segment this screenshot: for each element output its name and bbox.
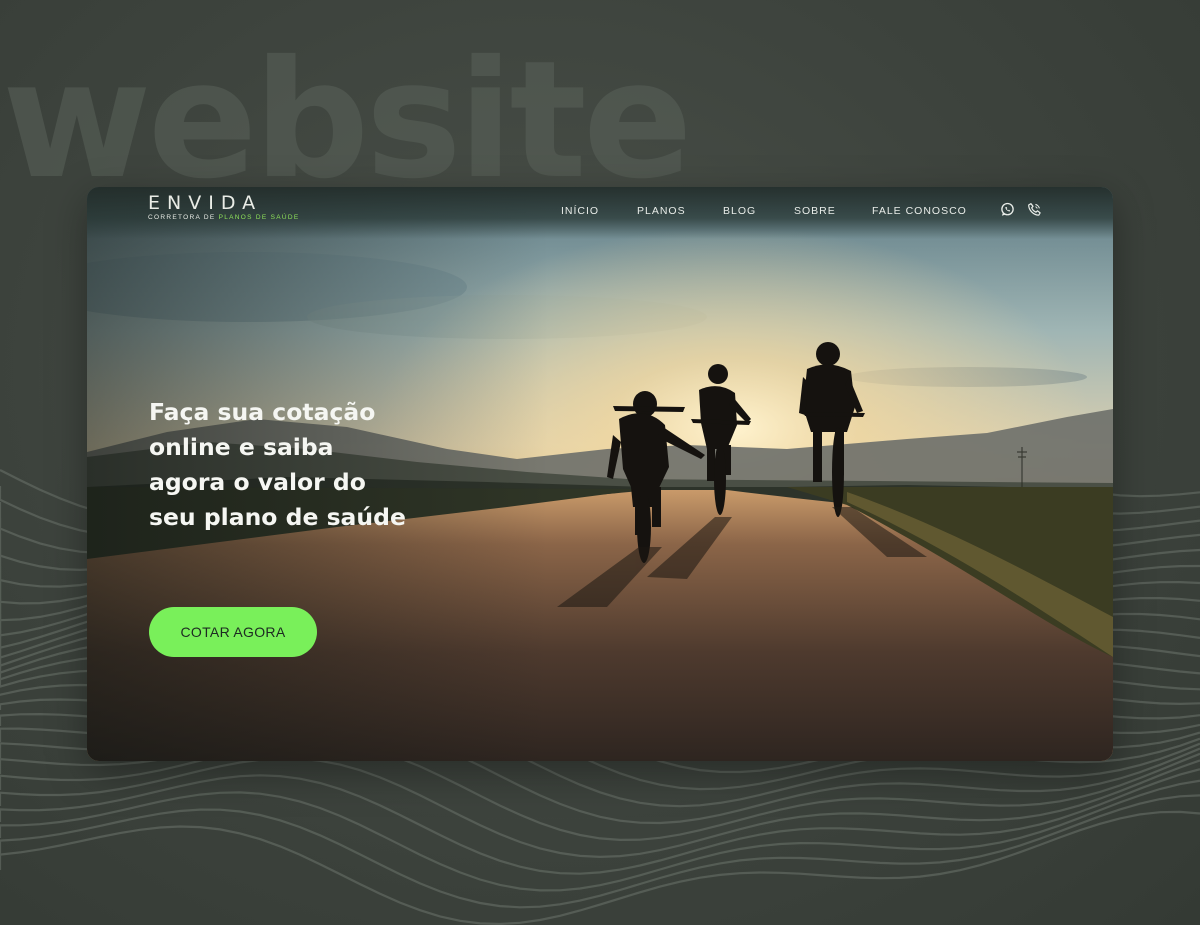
nav-item-inicio[interactable]: INÍCIO [561,205,599,217]
nav-item-sobre[interactable]: SOBRE [794,205,836,217]
wave-line [0,768,1200,875]
wave-line [0,757,1200,859]
hero-headline: Faça sua cotação online e saiba agora o … [149,398,406,531]
nav-item-planos[interactable]: PLANOS [637,205,686,217]
site-logo[interactable]: ENVIDA CORRETORA DE PLANOS DE SAÚDE [148,193,300,221]
logo-tagline-accent: PLANOS DE SAÚDE [218,213,300,221]
logo-name: ENVIDA [148,192,263,214]
logo-tagline-prefix: CORRETORA DE [148,213,219,221]
nav-item-fale-conosco[interactable]: FALE CONOSCO [872,205,967,217]
nav-item-blog[interactable]: BLOG [723,205,756,217]
website-preview: ENVIDA CORRETORA DE PLANOS DE SAÚDE INÍC… [87,187,1113,761]
site-header: ENVIDA CORRETORA DE PLANOS DE SAÚDE INÍC… [87,187,1113,239]
wave-line [0,779,1200,892]
logo-tagline: CORRETORA DE PLANOS DE SAÚDE [148,214,300,221]
cotar-agora-button[interactable]: COTAR AGORA [149,607,317,657]
phone-icon[interactable] [1027,202,1042,217]
whatsapp-icon[interactable] [1000,202,1015,217]
